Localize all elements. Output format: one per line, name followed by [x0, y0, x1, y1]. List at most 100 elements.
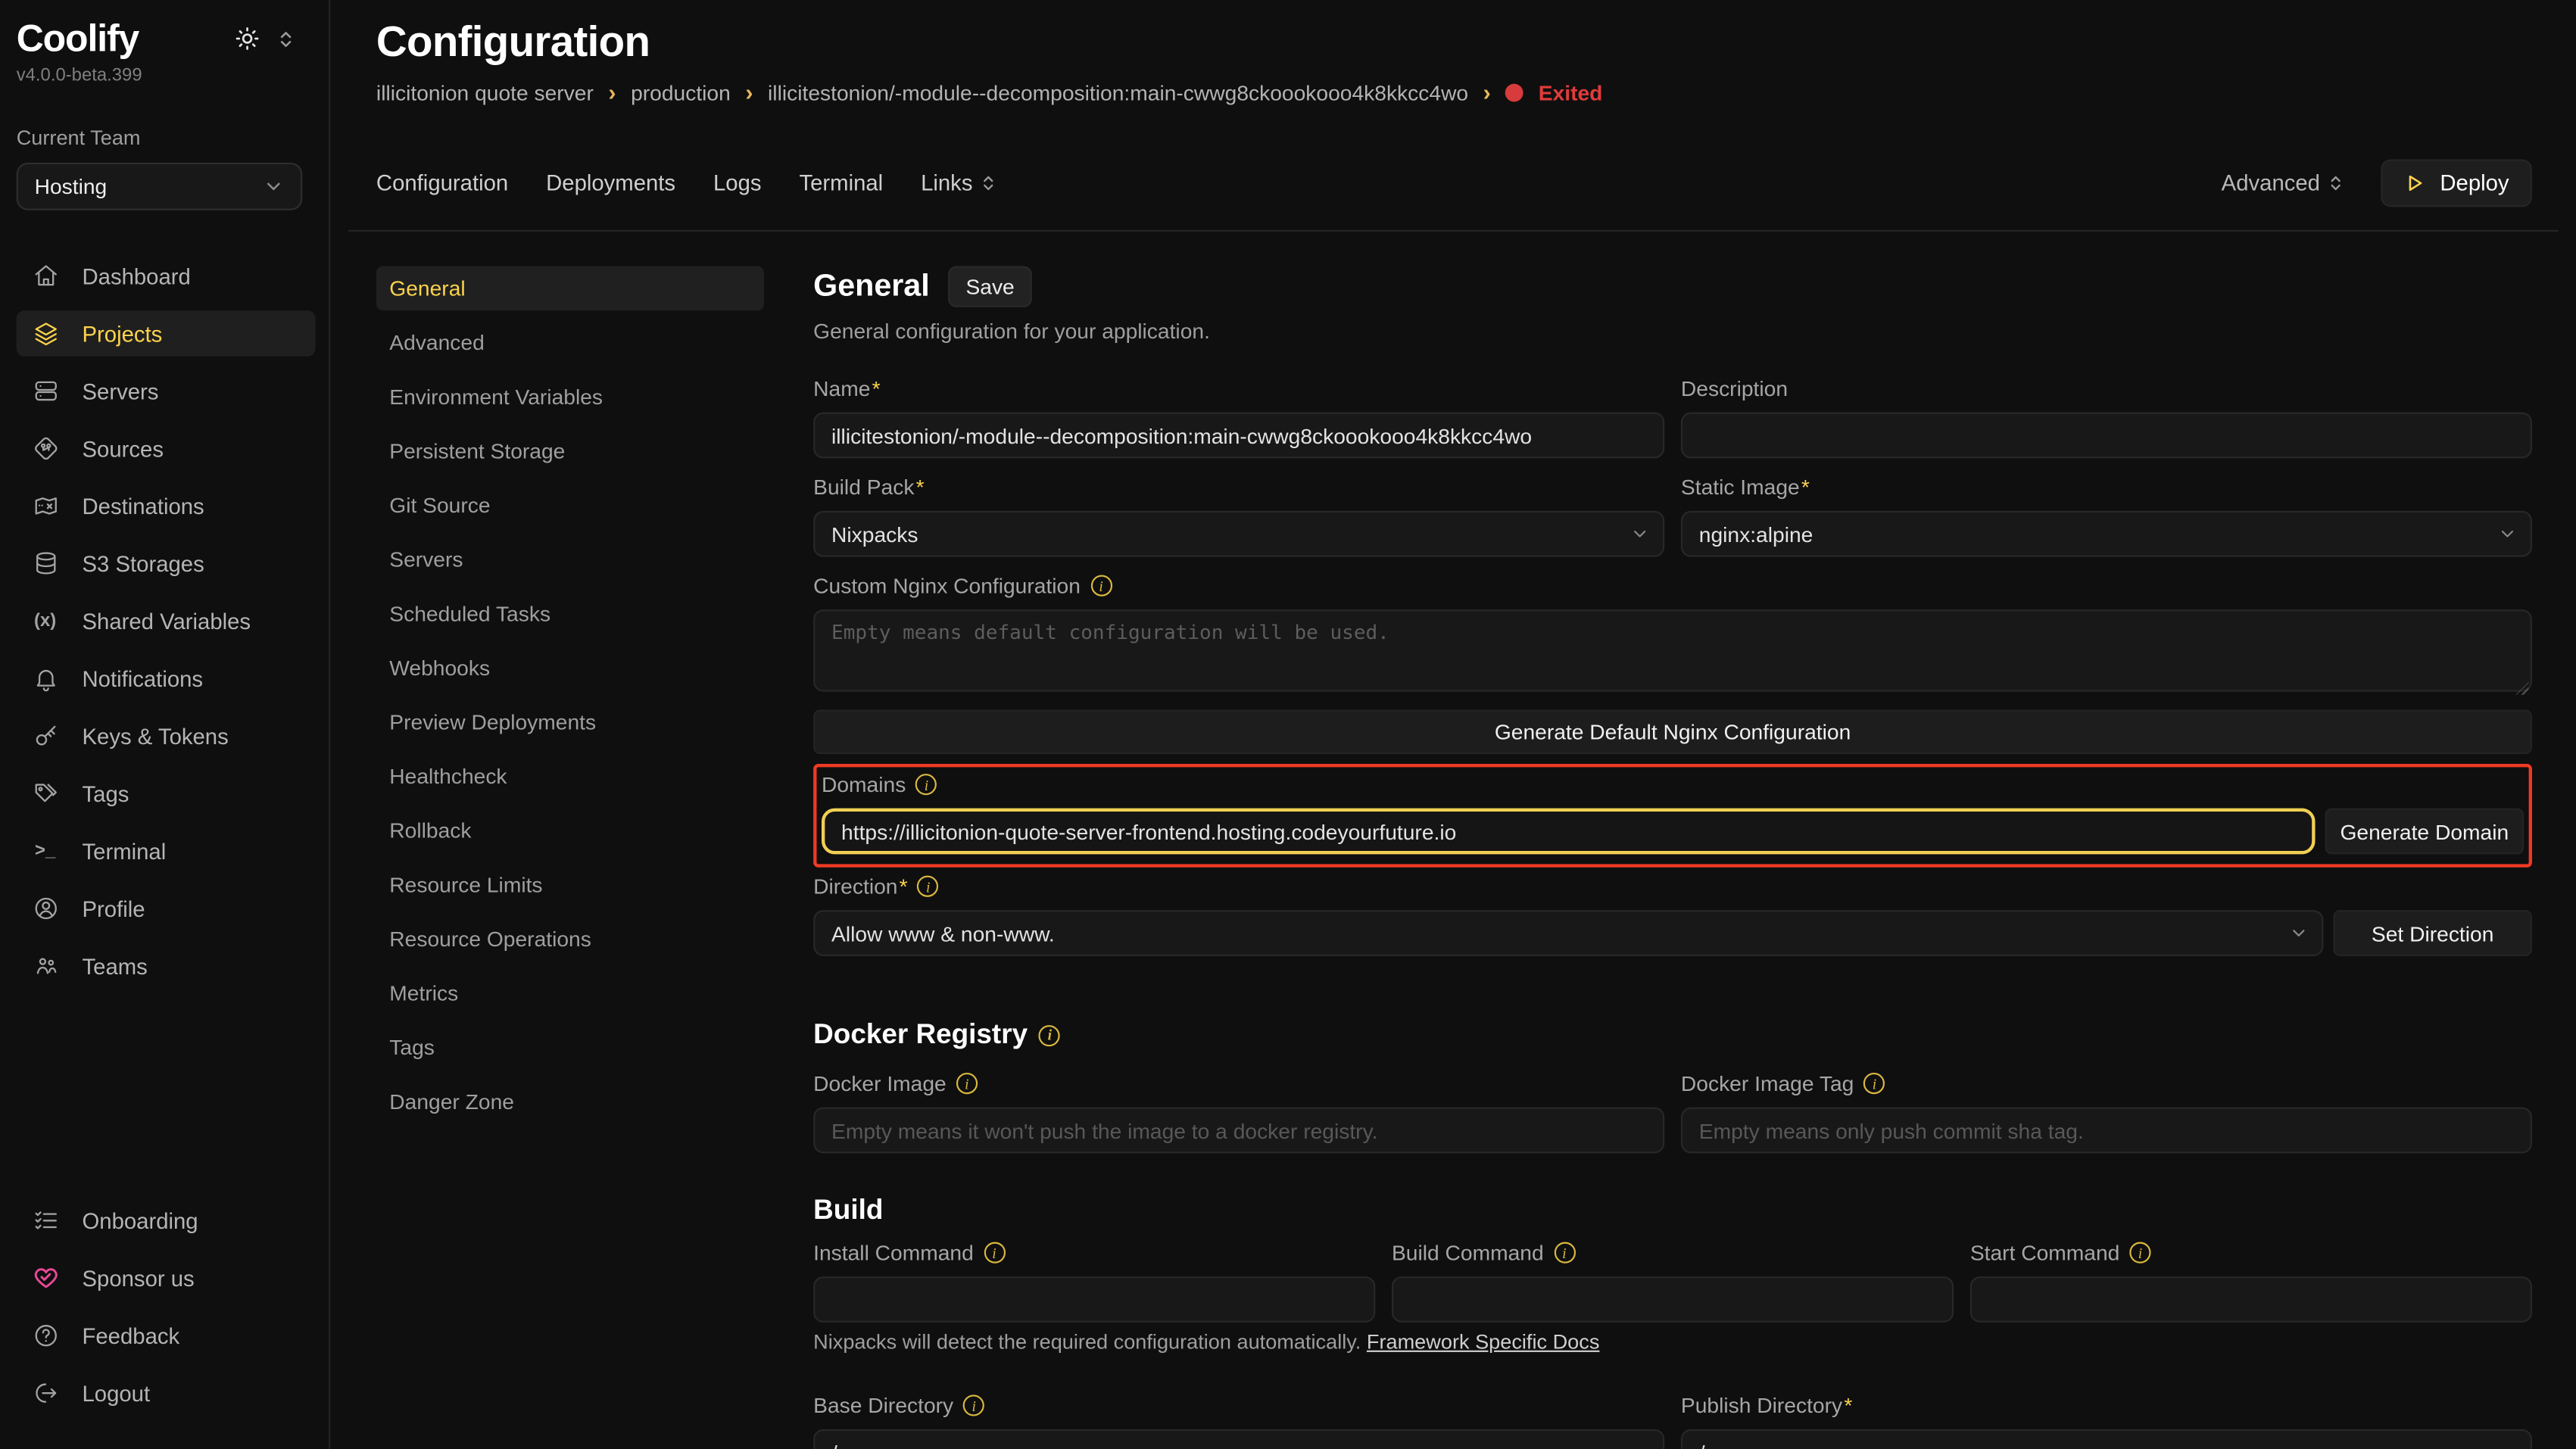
sidebar-item-notifications[interactable]: Notifications — [17, 656, 316, 702]
subnav-item-git-source[interactable]: Git Source — [376, 483, 764, 528]
sidebar-item-label: Keys & Tokens — [83, 724, 229, 749]
tab-logs[interactable]: Logs — [713, 171, 762, 196]
sidebar-item-sources[interactable]: Sources — [17, 425, 316, 472]
sidebar-item-logout[interactable]: Logout — [17, 1370, 316, 1416]
breadcrumb-project[interactable]: illicitonion quote server — [376, 79, 594, 104]
tab-configuration[interactable]: Configuration — [376, 171, 508, 196]
chevron-down-icon — [263, 176, 284, 197]
custom-nginx-textarea[interactable] — [813, 609, 2532, 692]
save-button[interactable]: Save — [948, 266, 1033, 307]
advanced-menu[interactable]: Advanced — [2222, 171, 2345, 196]
sidebar-collapse-icon[interactable] — [276, 29, 296, 48]
sidebar-item-s3-storages[interactable]: S3 Storages — [17, 541, 316, 587]
sidebar-item-terminal[interactable]: Terminal — [17, 828, 316, 874]
subnav-item-servers[interactable]: Servers — [376, 538, 764, 582]
section-description: General configuration for your applicati… — [813, 319, 2532, 344]
tag-icon — [31, 780, 59, 808]
info-icon[interactable] — [1090, 575, 1112, 597]
info-icon[interactable] — [1039, 1024, 1060, 1045]
subnav-item-tags[interactable]: Tags — [376, 1025, 764, 1070]
info-icon[interactable] — [915, 774, 937, 795]
sidebar-item-servers[interactable]: Servers — [17, 368, 316, 414]
sidebar-item-label: Teams — [83, 954, 148, 979]
sidebar-item-teams[interactable]: Teams — [17, 943, 316, 989]
name-input[interactable] — [813, 413, 1664, 459]
description-input[interactable] — [1681, 413, 2532, 459]
sidebar-item-label: Destinations — [83, 494, 204, 519]
app-version: v4.0.0-beta.399 — [17, 66, 316, 86]
subnav-item-scheduled-tasks[interactable]: Scheduled Tasks — [376, 591, 764, 636]
sidebar-item-shared-variables[interactable]: Shared Variables — [17, 598, 316, 644]
status-dot — [1505, 83, 1523, 101]
generate-domain-button[interactable]: Generate Domain — [2325, 809, 2525, 855]
docker-image-input[interactable] — [813, 1108, 1664, 1154]
subnav-item-healthcheck[interactable]: Healthcheck — [376, 754, 764, 799]
build-pack-select[interactable] — [813, 511, 1664, 557]
subnav-item-persistent-storage[interactable]: Persistent Storage — [376, 428, 764, 473]
docker-image-label: Docker Image — [813, 1071, 947, 1096]
direction-label: Direction — [813, 874, 907, 899]
domains-input[interactable] — [822, 809, 2316, 855]
sidebar-item-label: Shared Variables — [83, 609, 251, 634]
chevron-right-icon — [608, 79, 616, 105]
sidebar-item-sponsor-us[interactable]: Sponsor us — [17, 1255, 316, 1301]
sidebar-item-destinations[interactable]: Destinations — [17, 483, 316, 529]
framework-docs-link[interactable]: Framework Specific Docs — [1367, 1331, 1599, 1354]
subnav-item-general[interactable]: General — [376, 266, 764, 311]
map-icon — [31, 492, 59, 520]
set-direction-button[interactable]: Set Direction — [2333, 910, 2532, 956]
app-logo: Coolify — [17, 17, 139, 61]
subnav-item-webhooks[interactable]: Webhooks — [376, 646, 764, 690]
tab-deployments[interactable]: Deployments — [546, 171, 675, 196]
info-icon[interactable] — [956, 1073, 978, 1094]
subnav-item-advanced[interactable]: Advanced — [376, 320, 764, 365]
docker-image-tag-input[interactable] — [1681, 1108, 2532, 1154]
subnav-item-environment-variables[interactable]: Environment Variables — [376, 375, 764, 419]
info-icon[interactable] — [2129, 1242, 2150, 1264]
sidebar-item-profile[interactable]: Profile — [17, 886, 316, 932]
sidebar-item-dashboard[interactable]: Dashboard — [17, 253, 316, 299]
info-icon[interactable] — [963, 1394, 984, 1416]
app-window: Coolify v4.0.0-beta.399 Current Team Hos… — [0, 0, 2576, 1449]
domains-highlight-box: Domains Generate Domain — [813, 764, 2532, 868]
start-command-input[interactable] — [1970, 1276, 2532, 1323]
subnav-item-rollback[interactable]: Rollback — [376, 809, 764, 853]
docker-image-tag-label: Docker Image Tag — [1681, 1071, 1854, 1096]
info-icon[interactable] — [984, 1242, 1005, 1264]
build-command-input[interactable] — [1392, 1276, 1954, 1323]
base-directory-input[interactable] — [813, 1429, 1664, 1449]
static-image-select[interactable] — [1681, 511, 2532, 557]
subnav-item-danger-zone[interactable]: Danger Zone — [376, 1080, 764, 1124]
git-source-icon — [31, 435, 59, 463]
info-icon[interactable] — [1554, 1242, 1575, 1264]
sidebar-item-projects[interactable]: Projects — [17, 310, 316, 357]
subnav-item-resource-limits[interactable]: Resource Limits — [376, 862, 764, 907]
sidebar-item-onboarding[interactable]: Onboarding — [17, 1198, 316, 1244]
tab-terminal[interactable]: Terminal — [799, 171, 883, 196]
info-icon[interactable] — [1863, 1073, 1885, 1094]
subnav-item-metrics[interactable]: Metrics — [376, 971, 764, 1015]
sidebar-item-label: Onboarding — [83, 1208, 198, 1233]
direction-select[interactable] — [813, 910, 2323, 956]
subnav-item-resource-operations[interactable]: Resource Operations — [376, 917, 764, 961]
subnav-item-preview-deployments[interactable]: Preview Deployments — [376, 700, 764, 744]
install-command-input[interactable] — [813, 1276, 1375, 1323]
tab-links[interactable]: Links — [921, 171, 997, 196]
sidebar-item-label: Profile — [83, 896, 145, 921]
sidebar-footer: Onboarding Sponsor us Feedback Logout — [17, 1198, 316, 1428]
team-select[interactable]: Hosting — [17, 163, 303, 210]
breadcrumb-application[interactable]: illicitestonion/-module--decomposition:m… — [768, 79, 1468, 104]
theme-toggle-sun-icon[interactable] — [235, 26, 260, 51]
publish-directory-input[interactable] — [1681, 1429, 2532, 1449]
sidebar-item-feedback[interactable]: Feedback — [17, 1313, 316, 1359]
breadcrumb-environment[interactable]: production — [631, 79, 731, 104]
generate-nginx-button[interactable]: Generate Default Nginx Configuration — [813, 709, 2532, 754]
deploy-button[interactable]: Deploy — [2381, 159, 2532, 207]
sidebar-item-keys-tokens[interactable]: Keys & Tokens — [17, 713, 316, 759]
sidebar-item-label: Servers — [83, 379, 159, 404]
sidebar-item-label: Notifications — [83, 666, 204, 691]
info-icon[interactable] — [918, 876, 939, 897]
domains-label: Domains — [822, 772, 906, 797]
sidebar-item-tags[interactable]: Tags — [17, 771, 316, 817]
description-label: Description — [1681, 376, 1788, 401]
